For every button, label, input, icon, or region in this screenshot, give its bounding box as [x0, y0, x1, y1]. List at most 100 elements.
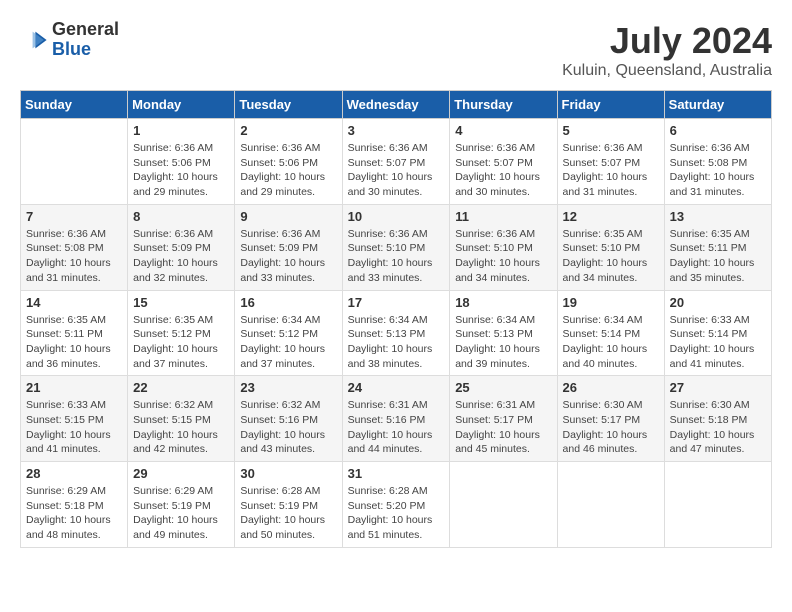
logo: General Blue — [20, 20, 119, 60]
logo-icon — [20, 26, 48, 54]
calendar-week-row: 28 Sunrise: 6:29 AM Sunset: 5:18 PM Dayl… — [21, 462, 772, 548]
day-of-week-header: Saturday — [664, 91, 771, 119]
calendar-cell: 7 Sunrise: 6:36 AM Sunset: 5:08 PM Dayli… — [21, 204, 128, 290]
month-year: July 2024 — [562, 20, 772, 62]
day-info: Sunrise: 6:33 AM Sunset: 5:15 PM Dayligh… — [26, 398, 122, 457]
day-number: 7 — [26, 209, 122, 224]
calendar-cell: 1 Sunrise: 6:36 AM Sunset: 5:06 PM Dayli… — [128, 119, 235, 205]
day-number: 26 — [563, 380, 659, 395]
day-info: Sunrise: 6:34 AM Sunset: 5:12 PM Dayligh… — [240, 313, 336, 372]
calendar-cell: 6 Sunrise: 6:36 AM Sunset: 5:08 PM Dayli… — [664, 119, 771, 205]
day-number: 31 — [348, 466, 445, 481]
day-number: 3 — [348, 123, 445, 138]
calendar-cell: 22 Sunrise: 6:32 AM Sunset: 5:15 PM Dayl… — [128, 376, 235, 462]
day-number: 21 — [26, 380, 122, 395]
day-of-week-header: Tuesday — [235, 91, 342, 119]
day-info: Sunrise: 6:31 AM Sunset: 5:16 PM Dayligh… — [348, 398, 445, 457]
day-number: 14 — [26, 295, 122, 310]
day-info: Sunrise: 6:36 AM Sunset: 5:06 PM Dayligh… — [133, 141, 229, 200]
day-number: 23 — [240, 380, 336, 395]
calendar-cell: 4 Sunrise: 6:36 AM Sunset: 5:07 PM Dayli… — [450, 119, 557, 205]
day-number: 18 — [455, 295, 551, 310]
logo-blue: Blue — [52, 40, 119, 60]
day-number: 30 — [240, 466, 336, 481]
day-number: 2 — [240, 123, 336, 138]
day-number: 22 — [133, 380, 229, 395]
day-info: Sunrise: 6:35 AM Sunset: 5:11 PM Dayligh… — [670, 227, 766, 286]
calendar-cell: 13 Sunrise: 6:35 AM Sunset: 5:11 PM Dayl… — [664, 204, 771, 290]
page-header: General Blue July 2024 Kuluin, Queenslan… — [20, 20, 772, 80]
day-info: Sunrise: 6:36 AM Sunset: 5:07 PM Dayligh… — [348, 141, 445, 200]
calendar-cell — [21, 119, 128, 205]
day-info: Sunrise: 6:32 AM Sunset: 5:15 PM Dayligh… — [133, 398, 229, 457]
calendar-cell: 16 Sunrise: 6:34 AM Sunset: 5:12 PM Dayl… — [235, 290, 342, 376]
day-number: 13 — [670, 209, 766, 224]
calendar-cell: 14 Sunrise: 6:35 AM Sunset: 5:11 PM Dayl… — [21, 290, 128, 376]
day-info: Sunrise: 6:36 AM Sunset: 5:07 PM Dayligh… — [563, 141, 659, 200]
calendar-cell: 19 Sunrise: 6:34 AM Sunset: 5:14 PM Dayl… — [557, 290, 664, 376]
day-info: Sunrise: 6:36 AM Sunset: 5:10 PM Dayligh… — [455, 227, 551, 286]
calendar-cell: 30 Sunrise: 6:28 AM Sunset: 5:19 PM Dayl… — [235, 462, 342, 548]
logo-text: General Blue — [52, 20, 119, 60]
calendar-week-row: 21 Sunrise: 6:33 AM Sunset: 5:15 PM Dayl… — [21, 376, 772, 462]
day-number: 9 — [240, 209, 336, 224]
day-info: Sunrise: 6:31 AM Sunset: 5:17 PM Dayligh… — [455, 398, 551, 457]
calendar-cell: 23 Sunrise: 6:32 AM Sunset: 5:16 PM Dayl… — [235, 376, 342, 462]
day-number: 10 — [348, 209, 445, 224]
day-info: Sunrise: 6:35 AM Sunset: 5:12 PM Dayligh… — [133, 313, 229, 372]
day-info: Sunrise: 6:36 AM Sunset: 5:09 PM Dayligh… — [240, 227, 336, 286]
calendar-week-row: 14 Sunrise: 6:35 AM Sunset: 5:11 PM Dayl… — [21, 290, 772, 376]
day-info: Sunrise: 6:35 AM Sunset: 5:11 PM Dayligh… — [26, 313, 122, 372]
day-number: 6 — [670, 123, 766, 138]
day-number: 8 — [133, 209, 229, 224]
calendar-week-row: 7 Sunrise: 6:36 AM Sunset: 5:08 PM Dayli… — [21, 204, 772, 290]
calendar-cell: 15 Sunrise: 6:35 AM Sunset: 5:12 PM Dayl… — [128, 290, 235, 376]
day-info: Sunrise: 6:36 AM Sunset: 5:08 PM Dayligh… — [26, 227, 122, 286]
day-number: 20 — [670, 295, 766, 310]
calendar-cell: 27 Sunrise: 6:30 AM Sunset: 5:18 PM Dayl… — [664, 376, 771, 462]
day-info: Sunrise: 6:29 AM Sunset: 5:19 PM Dayligh… — [133, 484, 229, 543]
calendar-cell: 2 Sunrise: 6:36 AM Sunset: 5:06 PM Dayli… — [235, 119, 342, 205]
day-number: 1 — [133, 123, 229, 138]
calendar-table: SundayMondayTuesdayWednesdayThursdayFrid… — [20, 90, 772, 548]
day-number: 28 — [26, 466, 122, 481]
calendar-cell: 8 Sunrise: 6:36 AM Sunset: 5:09 PM Dayli… — [128, 204, 235, 290]
calendar-cell: 24 Sunrise: 6:31 AM Sunset: 5:16 PM Dayl… — [342, 376, 450, 462]
calendar-cell: 21 Sunrise: 6:33 AM Sunset: 5:15 PM Dayl… — [21, 376, 128, 462]
day-number: 29 — [133, 466, 229, 481]
calendar-cell: 11 Sunrise: 6:36 AM Sunset: 5:10 PM Dayl… — [450, 204, 557, 290]
location: Kuluin, Queensland, Australia — [562, 62, 772, 80]
calendar-cell: 18 Sunrise: 6:34 AM Sunset: 5:13 PM Dayl… — [450, 290, 557, 376]
day-info: Sunrise: 6:36 AM Sunset: 5:07 PM Dayligh… — [455, 141, 551, 200]
day-number: 12 — [563, 209, 659, 224]
logo-general: General — [52, 20, 119, 40]
day-number: 16 — [240, 295, 336, 310]
day-of-week-header: Friday — [557, 91, 664, 119]
day-of-week-header: Sunday — [21, 91, 128, 119]
day-info: Sunrise: 6:36 AM Sunset: 5:06 PM Dayligh… — [240, 141, 336, 200]
day-number: 27 — [670, 380, 766, 395]
calendar-cell: 12 Sunrise: 6:35 AM Sunset: 5:10 PM Dayl… — [557, 204, 664, 290]
day-info: Sunrise: 6:28 AM Sunset: 5:20 PM Dayligh… — [348, 484, 445, 543]
day-of-week-header: Wednesday — [342, 91, 450, 119]
calendar-header-row: SundayMondayTuesdayWednesdayThursdayFrid… — [21, 91, 772, 119]
title-block: July 2024 Kuluin, Queensland, Australia — [562, 20, 772, 80]
calendar-cell — [557, 462, 664, 548]
day-number: 5 — [563, 123, 659, 138]
day-number: 25 — [455, 380, 551, 395]
day-of-week-header: Thursday — [450, 91, 557, 119]
day-number: 19 — [563, 295, 659, 310]
calendar-cell — [450, 462, 557, 548]
calendar-cell: 26 Sunrise: 6:30 AM Sunset: 5:17 PM Dayl… — [557, 376, 664, 462]
day-info: Sunrise: 6:29 AM Sunset: 5:18 PM Dayligh… — [26, 484, 122, 543]
day-info: Sunrise: 6:32 AM Sunset: 5:16 PM Dayligh… — [240, 398, 336, 457]
day-info: Sunrise: 6:34 AM Sunset: 5:13 PM Dayligh… — [348, 313, 445, 372]
day-info: Sunrise: 6:33 AM Sunset: 5:14 PM Dayligh… — [670, 313, 766, 372]
day-info: Sunrise: 6:30 AM Sunset: 5:18 PM Dayligh… — [670, 398, 766, 457]
day-info: Sunrise: 6:36 AM Sunset: 5:09 PM Dayligh… — [133, 227, 229, 286]
day-info: Sunrise: 6:35 AM Sunset: 5:10 PM Dayligh… — [563, 227, 659, 286]
day-info: Sunrise: 6:34 AM Sunset: 5:14 PM Dayligh… — [563, 313, 659, 372]
calendar-cell: 29 Sunrise: 6:29 AM Sunset: 5:19 PM Dayl… — [128, 462, 235, 548]
calendar-cell: 9 Sunrise: 6:36 AM Sunset: 5:09 PM Dayli… — [235, 204, 342, 290]
day-info: Sunrise: 6:28 AM Sunset: 5:19 PM Dayligh… — [240, 484, 336, 543]
